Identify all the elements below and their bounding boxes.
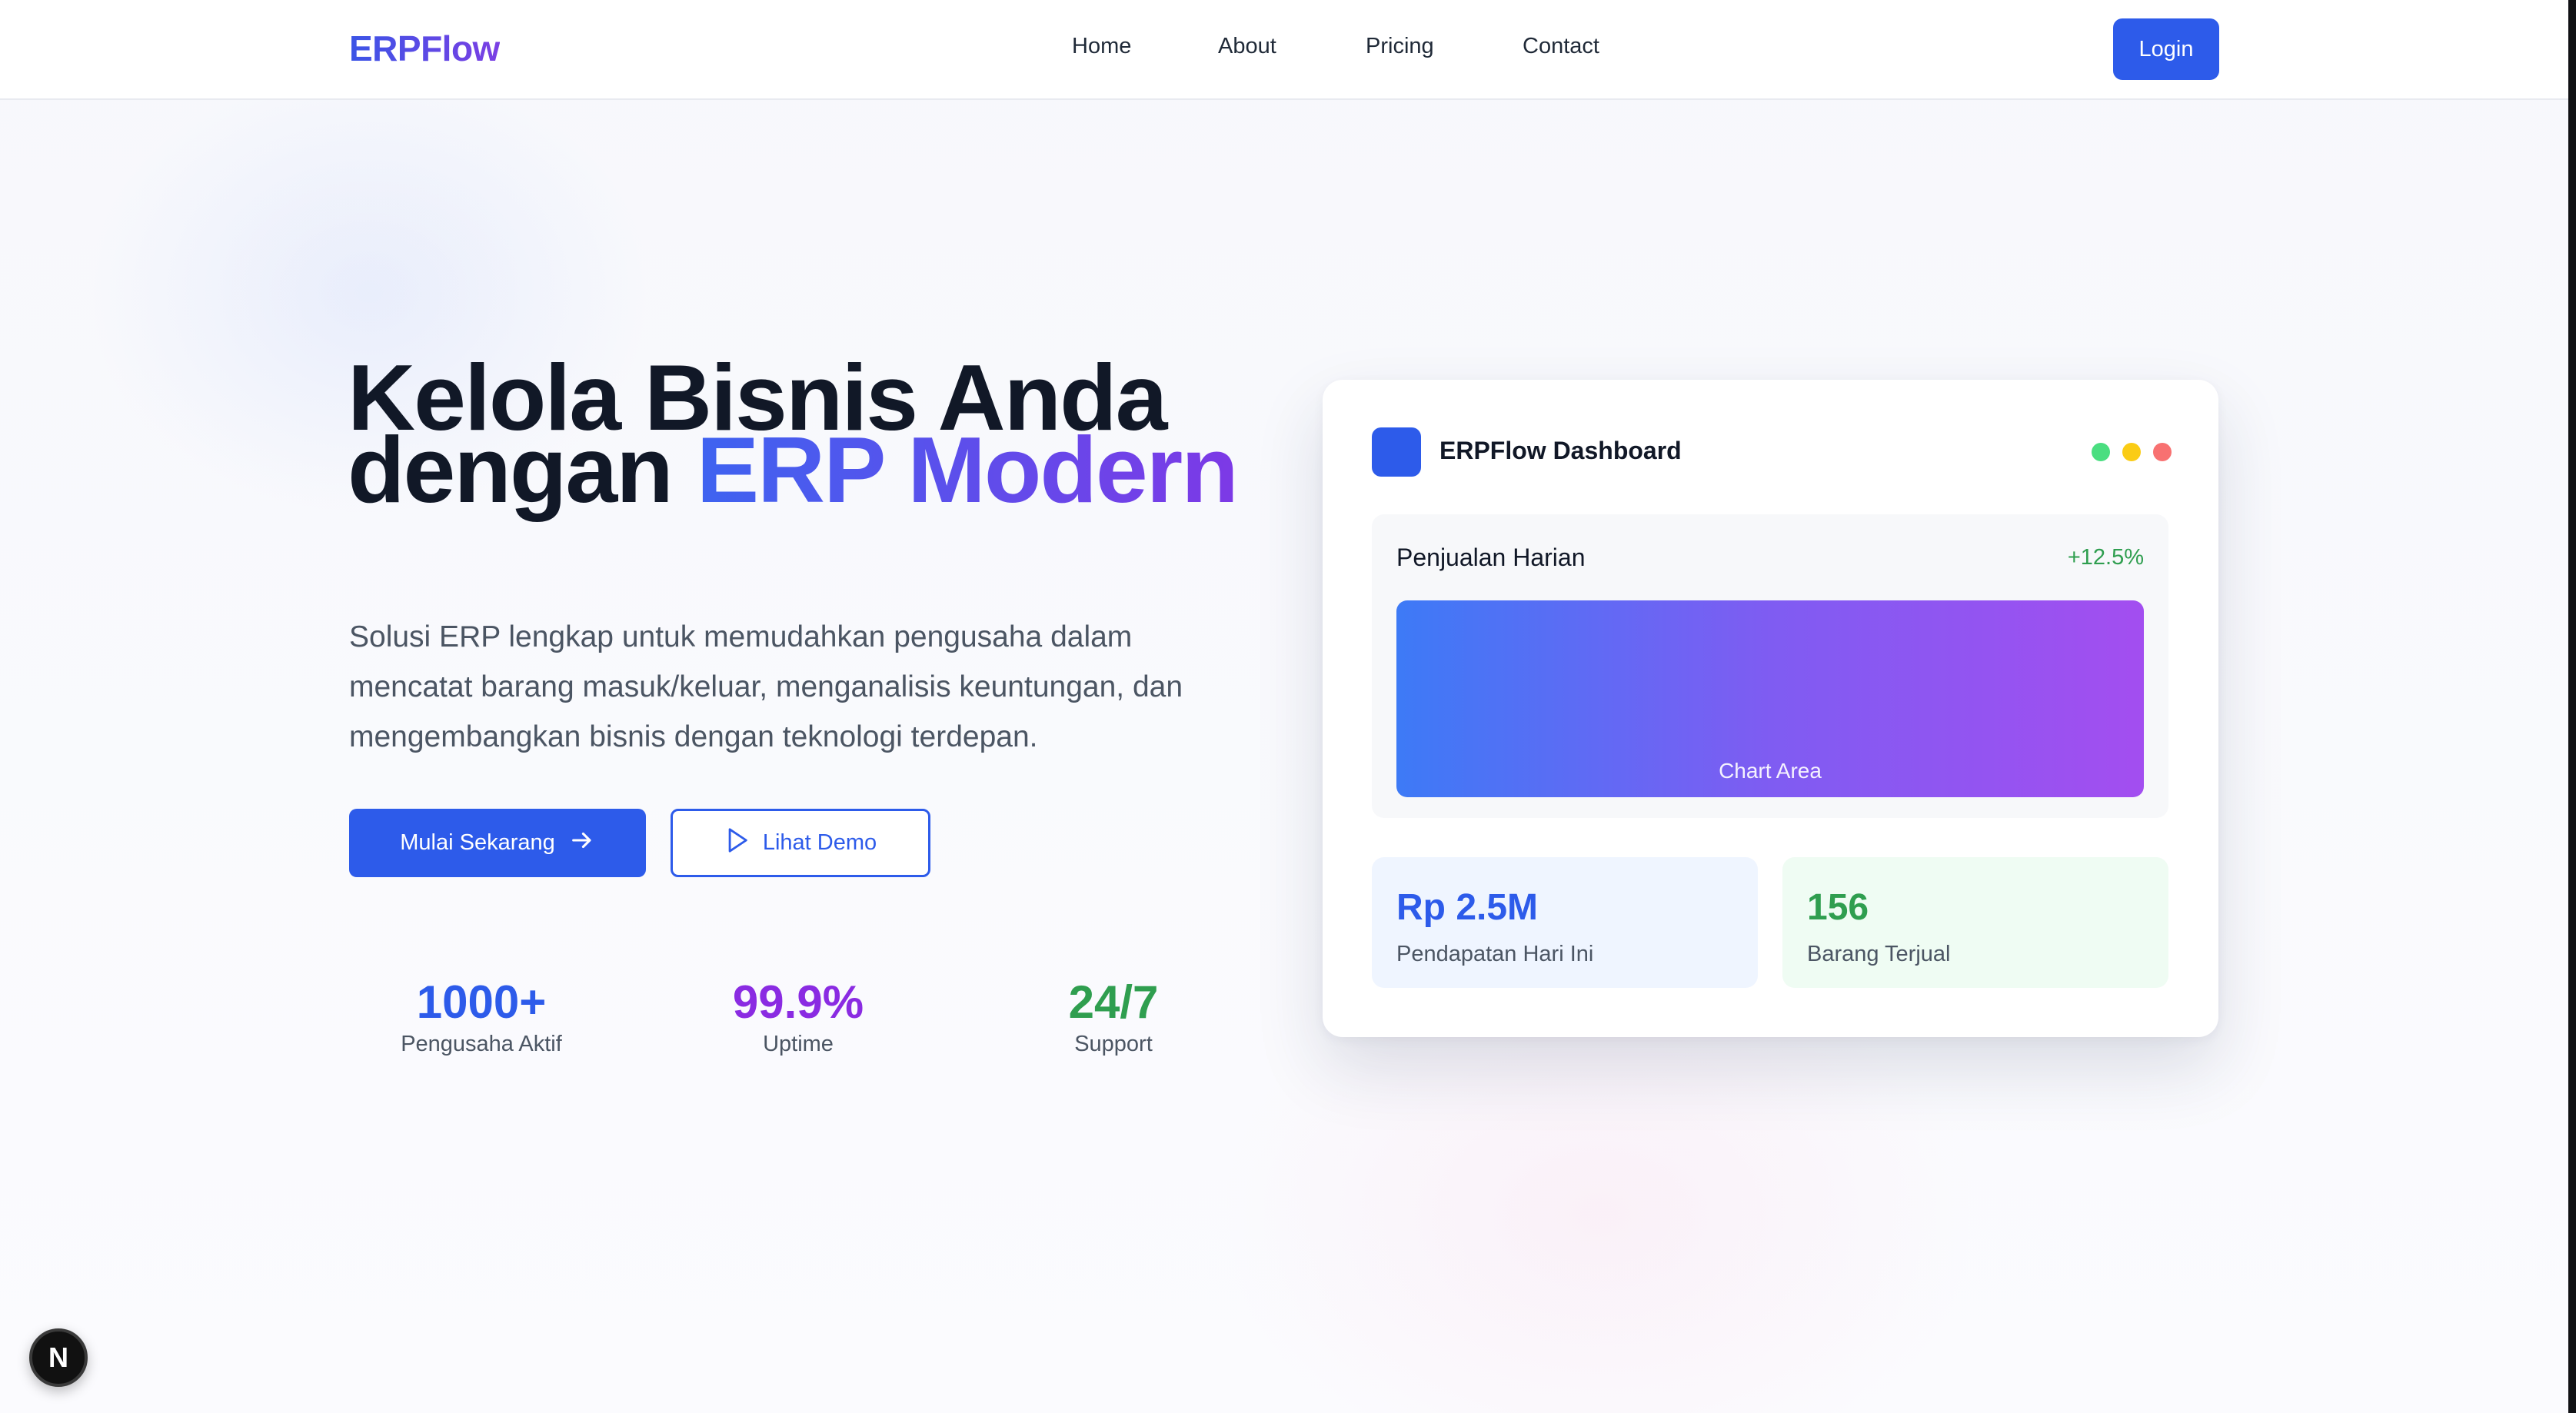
metric-items-sold: 156 Barang Terjual bbox=[1782, 857, 2168, 988]
stat-label: Uptime bbox=[763, 1032, 834, 1056]
hero-title-highlight: ERP Modern bbox=[696, 417, 1239, 522]
hero-title: Kelola Bisnis Anda dengan ERP Modern bbox=[348, 351, 1270, 517]
stat-support: 24/7 Support bbox=[990, 975, 1236, 1057]
nav-contact-link[interactable]: Contact bbox=[1523, 34, 1599, 59]
dashboard-logo-icon bbox=[1372, 427, 1421, 477]
hero-description: Solusi ERP lengkap untuk memudahkan peng… bbox=[349, 620, 1183, 753]
arrow-right-icon bbox=[569, 827, 595, 859]
nextjs-dev-badge-icon[interactable]: N bbox=[29, 1328, 88, 1387]
chart-area-label: Chart Area bbox=[1719, 759, 1822, 783]
nav-home-link[interactable]: Home bbox=[1072, 34, 1131, 59]
landing-page: ERPFlow Home About Pricing Contact Login… bbox=[0, 0, 2576, 1413]
stat-value: 99.9% bbox=[732, 976, 864, 1028]
stat-value: 1000+ bbox=[416, 976, 547, 1028]
metric-revenue: Rp 2.5M Pendapatan Hari Ini bbox=[1372, 857, 1758, 988]
get-started-button[interactable]: Mulai Sekarang bbox=[349, 809, 646, 877]
watch-demo-button[interactable]: Lihat Demo bbox=[671, 809, 930, 877]
nav-pricing-link[interactable]: Pricing bbox=[1366, 34, 1434, 59]
hero-title-prefix: dengan bbox=[348, 417, 697, 522]
daily-sales-panel: Penjualan Harian +12.5% Chart Area bbox=[1372, 514, 2168, 818]
metric-value: 156 bbox=[1807, 887, 1869, 928]
get-started-label: Mulai Sekarang bbox=[400, 830, 555, 855]
metric-value: Rp 2.5M bbox=[1396, 887, 1539, 928]
window-dot-green-icon bbox=[2092, 443, 2110, 461]
stat-label: Support bbox=[1074, 1032, 1153, 1056]
hero-title-line2: dengan ERP Modern bbox=[348, 423, 1270, 517]
chart-area: Chart Area bbox=[1396, 600, 2144, 797]
metric-label: Barang Terjual bbox=[1807, 942, 1951, 966]
window-dot-yellow-icon bbox=[2122, 443, 2141, 461]
daily-sales-title: Penjualan Harian bbox=[1396, 544, 1586, 571]
top-navbar: ERPFlow Home About Pricing Contact Login bbox=[0, 0, 2568, 100]
stat-uptime: 99.9% Uptime bbox=[675, 975, 921, 1057]
login-button[interactable]: Login bbox=[2113, 18, 2219, 80]
stat-label: Pengusaha Aktif bbox=[401, 1032, 562, 1056]
play-icon bbox=[724, 826, 751, 861]
stat-active-users: 1000+ Pengusaha Aktif bbox=[358, 975, 604, 1057]
window-dot-red-icon bbox=[2153, 443, 2172, 461]
dashboard-title: ERPFlow Dashboard bbox=[1439, 437, 1682, 464]
metric-label: Pendapatan Hari Ini bbox=[1396, 942, 1594, 966]
brand-logo[interactable]: ERPFlow bbox=[349, 28, 500, 69]
nav-about-link[interactable]: About bbox=[1218, 34, 1276, 59]
watch-demo-label: Lihat Demo bbox=[762, 830, 877, 855]
stat-value: 24/7 bbox=[1068, 976, 1159, 1028]
sales-change-badge: +12.5% bbox=[2067, 545, 2144, 570]
dashboard-preview-card: ERPFlow Dashboard Penjualan Harian +12.5… bbox=[1323, 380, 2218, 1037]
window-edge bbox=[2568, 0, 2576, 1413]
